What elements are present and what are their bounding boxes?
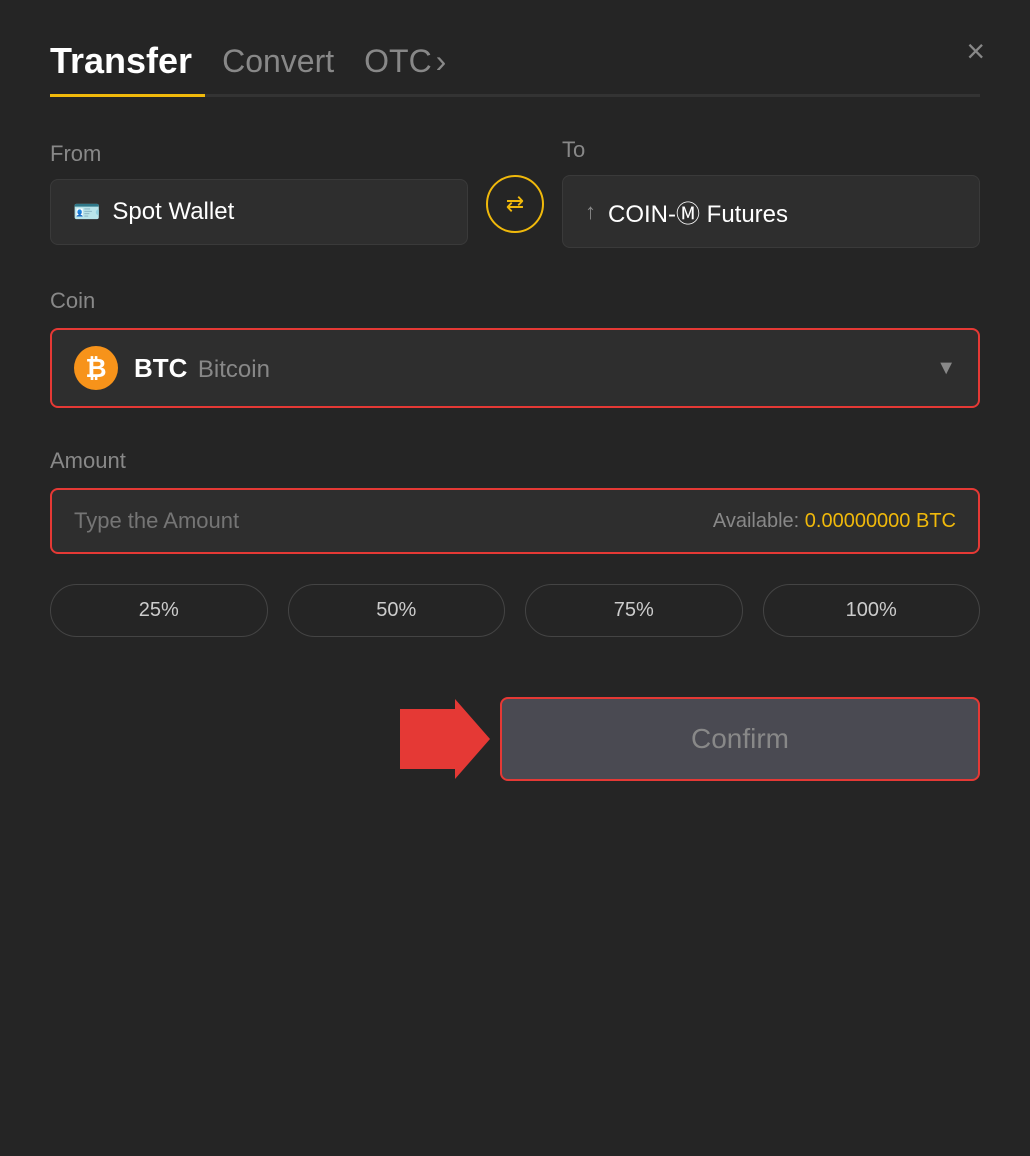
from-to-section: From 🪪 Spot Wallet ⇄ To ↑ COIN-Ⓜ Futures <box>50 137 980 248</box>
available-value: 0.00000000 BTC <box>805 510 956 532</box>
percentage-buttons: 25% 50% 75% 100% <box>50 584 980 637</box>
otc-chevron-icon: › <box>436 43 447 80</box>
from-col: From 🪪 Spot Wallet <box>50 141 468 245</box>
swap-button[interactable]: ⇄ <box>486 175 544 233</box>
from-wallet-selector[interactable]: 🪪 Spot Wallet <box>50 179 468 245</box>
wallet-icon: 🪪 <box>73 199 100 225</box>
pct-25-button[interactable]: 25% <box>50 584 268 637</box>
btc-logo-icon: ₿ <box>74 346 118 390</box>
tab-otc[interactable]: OTC › <box>364 43 446 80</box>
confirm-row: Confirm <box>50 697 980 781</box>
arrow-container <box>50 699 490 779</box>
to-wallet-selector[interactable]: ↑ COIN-Ⓜ Futures <box>562 175 980 248</box>
to-label: To <box>562 137 980 163</box>
swap-arrows-icon: ⇄ <box>506 191 524 217</box>
amount-input[interactable] <box>74 508 713 534</box>
transfer-modal: Transfer Convert OTC › × From 🪪 Spot Wal… <box>0 0 1030 1156</box>
from-label: From <box>50 141 468 167</box>
pct-75-button[interactable]: 75% <box>525 584 743 637</box>
modal-header: Transfer Convert OTC › × <box>50 40 980 82</box>
pct-100-button[interactable]: 100% <box>763 584 981 637</box>
available-label: Available: <box>713 510 799 532</box>
confirm-button[interactable]: Confirm <box>500 697 980 781</box>
from-wallet-name: Spot Wallet <box>112 198 234 226</box>
amount-label: Amount <box>50 448 980 474</box>
coin-symbol: BTC <box>134 353 187 383</box>
coin-chevron-down-icon: ▼ <box>936 357 956 380</box>
tab-active-indicator <box>50 94 205 97</box>
coin-selector[interactable]: ₿ BTC Bitcoin ▼ <box>50 328 980 408</box>
pct-50-button[interactable]: 50% <box>288 584 506 637</box>
close-button[interactable]: × <box>966 35 985 67</box>
futures-icon: ↑ <box>585 199 596 225</box>
coin-name: Bitcoin <box>198 356 270 383</box>
red-arrow-icon <box>400 699 490 779</box>
coin-label: Coin <box>50 288 980 314</box>
to-col: To ↑ COIN-Ⓜ Futures <box>562 137 980 248</box>
tab-transfer[interactable]: Transfer <box>50 40 192 82</box>
to-wallet-name: COIN-Ⓜ Futures <box>608 194 788 229</box>
available-balance: Available: 0.00000000 BTC <box>713 510 956 533</box>
amount-field-container: Available: 0.00000000 BTC <box>50 488 980 554</box>
tab-underline-wrap <box>50 94 980 97</box>
tab-convert[interactable]: Convert <box>222 43 334 80</box>
